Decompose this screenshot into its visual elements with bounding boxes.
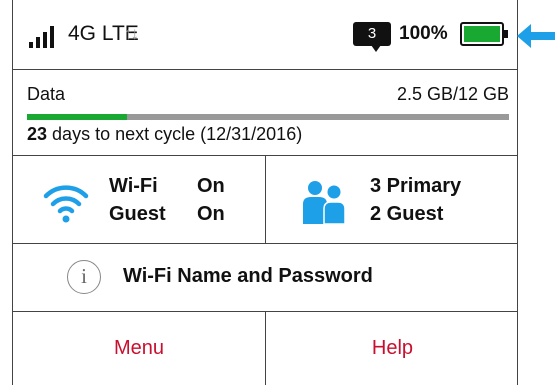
guest-state: On [197, 203, 225, 225]
message-count-badge[interactable]: 3 [353, 22, 391, 52]
status-bar: 4G LTE ↑↓ 3 100% [13, 0, 517, 70]
wifi-name-password-label: Wi-Fi Name and Password [123, 265, 373, 287]
signal-strength-icon [29, 26, 59, 48]
battery-percent: 100% [399, 23, 448, 44]
guest-devices: 2 Guest [370, 203, 444, 225]
arrow-pointer-icon [517, 24, 555, 48]
wifi-name-password-button[interactable]: i Wi-Fi Name and Password [13, 244, 517, 312]
data-usage-fill [27, 114, 128, 120]
connected-devices-button[interactable]: 3 Primary 2 Guest [266, 156, 519, 244]
guest-label: Guest [109, 203, 166, 225]
info-icon: i [67, 260, 101, 294]
wifi-status-button[interactable]: Wi-Fi On Guest On [13, 156, 266, 244]
wifi-status-text: Wi-Fi On Guest On [109, 172, 225, 228]
users-icon [303, 181, 346, 225]
data-usage-bar [27, 114, 509, 120]
connection-status-panel: Wi-Fi On Guest On 3 Primary 2 Guest [13, 156, 517, 244]
battery-icon [460, 22, 508, 46]
help-button[interactable]: Help [266, 312, 519, 385]
cycle-description: days to next cycle (12/31/2016) [52, 124, 303, 144]
primary-devices: 3 Primary [370, 175, 462, 197]
devices-text: 3 Primary 2 Guest [370, 172, 461, 228]
bottom-nav: Menu Help [13, 312, 517, 385]
menu-button[interactable]: Menu [13, 312, 266, 385]
data-amount: 2.5 GB/12 GB [396, 84, 509, 104]
wifi-state: On [197, 175, 225, 197]
data-label: Data [27, 84, 66, 104]
data-activity-icon: ↑↓ [124, 24, 139, 43]
days-remaining: 23 [27, 124, 48, 144]
data-usage-panel[interactable]: Data 2.5 GB/12 GB 23 days to next cycle … [13, 70, 517, 156]
billing-cycle-text: 23 days to next cycle (12/31/2016) [27, 124, 302, 145]
wifi-label: Wi-Fi [109, 175, 158, 197]
wifi-icon [43, 185, 89, 223]
hotspot-screen: 4G LTE ↑↓ 3 100% Data 2.5 GB/12 GB 23 da… [12, 0, 518, 385]
